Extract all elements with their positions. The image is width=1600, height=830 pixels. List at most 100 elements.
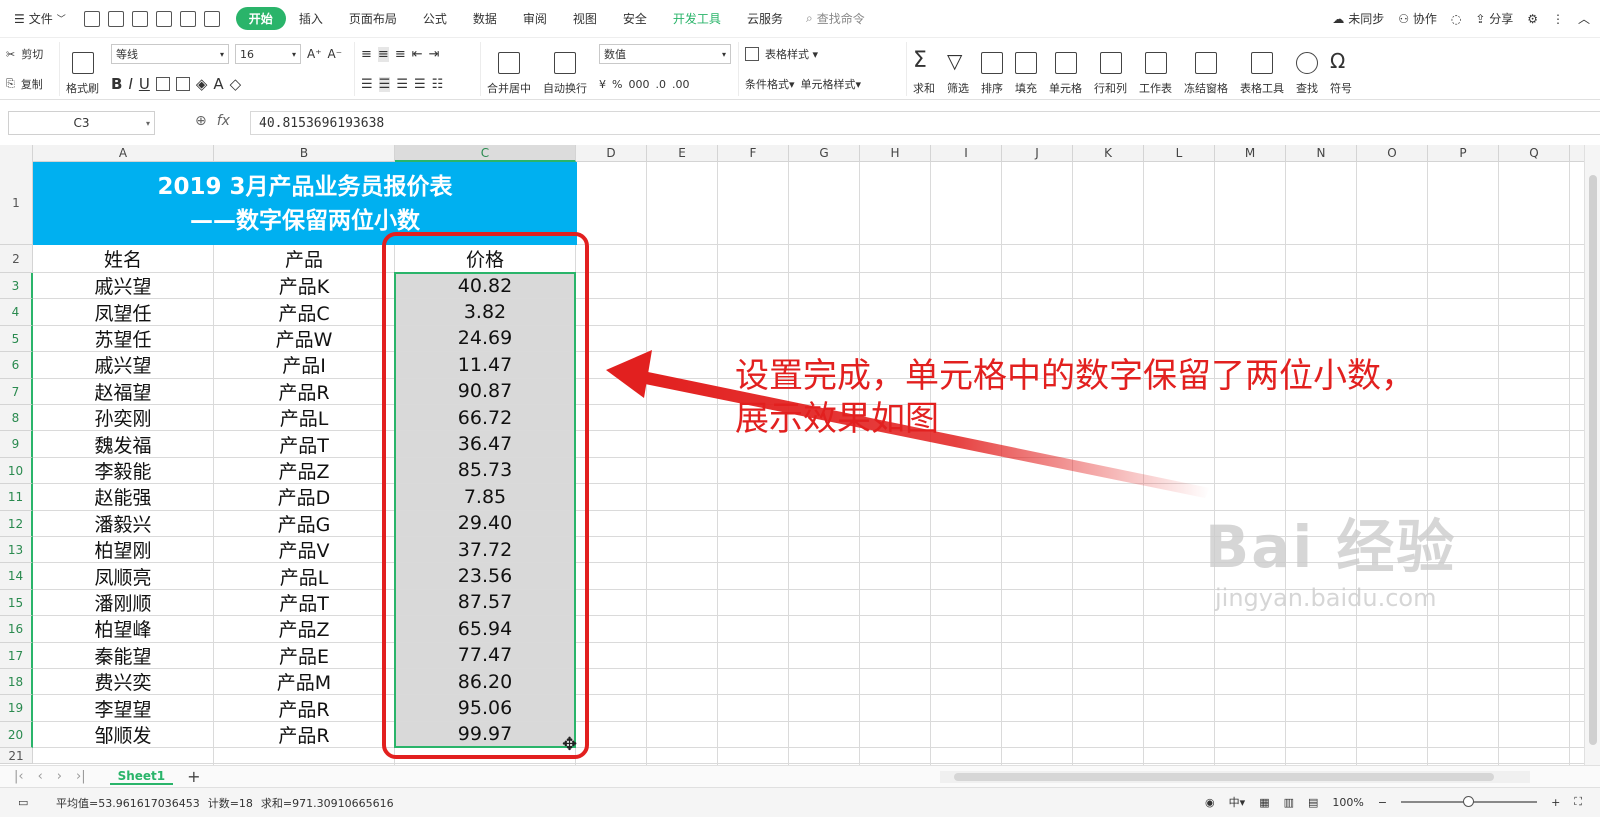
product-cell[interactable]: 产品D (214, 484, 394, 509)
font-name-select[interactable]: 等线 ▾ (111, 44, 229, 64)
row-header-14[interactable]: 14 (0, 563, 33, 590)
decrease-decimal-icon[interactable]: .00 (672, 78, 690, 91)
input-method-icon[interactable]: 中▾ (1229, 794, 1246, 810)
column-header-l[interactable]: L (1144, 145, 1215, 162)
product-cell[interactable]: 产品W (214, 326, 394, 351)
conditional-format-icon[interactable] (745, 47, 759, 61)
indent-decrease-icon[interactable]: ⇤ (412, 47, 423, 62)
comment-icon[interactable]: ◌ (1451, 12, 1461, 26)
product-cell[interactable]: 产品R (214, 379, 394, 404)
column-header-n[interactable]: N (1286, 145, 1357, 162)
tab-data[interactable]: 数据 (460, 7, 510, 30)
share-button[interactable]: ⇪ 分享 (1475, 10, 1513, 27)
align-center-icon[interactable]: ☰ (378, 76, 391, 92)
new-file-icon[interactable] (83, 10, 100, 27)
indent-increase-icon[interactable]: ⇥ (429, 47, 440, 62)
font-color-icon[interactable]: A (213, 75, 223, 93)
row-header-10[interactable]: 10 (0, 457, 33, 485)
product-cell[interactable]: 产品K (214, 273, 394, 298)
cell-style-button[interactable]: 单元格样式▾ (801, 76, 862, 92)
column-header-j[interactable]: J (1002, 145, 1073, 162)
name-box[interactable]: C3 ▾ (8, 111, 155, 135)
zoom-level[interactable]: 100% (1332, 796, 1363, 809)
row-header-12[interactable]: 12 (0, 510, 33, 537)
add-sheet-icon[interactable]: + (187, 767, 200, 786)
tab-security[interactable]: 安全 (610, 7, 660, 30)
collab-button[interactable]: ⚇ 协作 (1398, 10, 1437, 27)
sheet-tab-active[interactable]: Sheet1 (109, 769, 174, 785)
align-bottom-icon[interactable]: ≡ (395, 47, 406, 62)
distribute-icon[interactable]: ☷ (432, 77, 444, 92)
worksheet-button[interactable]: 工作表 (1133, 42, 1178, 96)
save-icon[interactable] (107, 10, 124, 27)
copy-button[interactable]: ⎘ 复制 (6, 72, 53, 96)
zoom-in-icon[interactable]: + (1551, 796, 1560, 809)
row-col-button[interactable]: 行和列 (1088, 42, 1133, 96)
name-cell[interactable]: 孙奕刚 (33, 405, 213, 430)
tab-review[interactable]: 审阅 (510, 7, 560, 30)
name-cell[interactable]: 戚兴望 (33, 352, 213, 377)
align-left-icon[interactable]: ☰ (361, 77, 373, 92)
row-header-16[interactable]: 16 (0, 616, 33, 643)
row-header-7[interactable]: 7 (0, 378, 33, 405)
border-icon[interactable] (155, 77, 170, 91)
row-header-5[interactable]: 5 (0, 325, 33, 353)
italic-icon[interactable]: I (128, 75, 132, 93)
table-style-button[interactable]: 表格样式 ▾ (765, 46, 818, 62)
column-header-o[interactable]: O (1357, 145, 1428, 162)
tab-home[interactable]: 开始 (235, 7, 286, 30)
increase-decimal-icon[interactable]: .0 (655, 78, 666, 91)
scroll-thumb[interactable] (1589, 175, 1597, 745)
align-right-icon[interactable]: ☰ (396, 77, 408, 92)
product-cell[interactable]: 产品V (214, 537, 394, 562)
column-header-g[interactable]: G (789, 145, 860, 162)
filter-button[interactable]: ▽ 筛选 (941, 42, 975, 96)
product-cell[interactable]: 产品I (214, 352, 394, 377)
product-cell[interactable]: 产品G (214, 511, 394, 536)
header-product-cell[interactable]: 产品 (214, 245, 394, 272)
first-sheet-icon[interactable]: |‹ (14, 769, 24, 784)
settings-icon[interactable]: ⚙ (1527, 12, 1538, 26)
find-button[interactable]: 查找 (1290, 42, 1324, 96)
tab-developer[interactable]: 开发工具 (660, 7, 734, 30)
row-header-19[interactable]: 19 (0, 695, 33, 722)
row-header-13[interactable]: 13 (0, 537, 33, 564)
product-cell[interactable]: 产品E (214, 643, 394, 668)
page-break-view-icon[interactable]: ▤ (1308, 796, 1318, 809)
font-size-select[interactable]: 16 ▾ (235, 44, 301, 64)
cell-button[interactable]: 单元格 (1043, 42, 1088, 96)
macro-icon[interactable]: ▭ (18, 796, 28, 809)
column-header-k[interactable]: K (1073, 145, 1144, 162)
vertical-scrollbar[interactable] (1584, 145, 1600, 765)
fill-button[interactable]: 填充 (1009, 42, 1043, 96)
product-cell[interactable]: 产品Z (214, 458, 394, 483)
column-header-i[interactable]: I (931, 145, 1002, 162)
row-header-6[interactable]: 6 (0, 352, 33, 379)
export-icon[interactable] (131, 10, 148, 27)
row-header-8[interactable]: 8 (0, 405, 33, 432)
justify-icon[interactable]: ☰ (414, 77, 426, 92)
row-header-1[interactable]: 1 (0, 162, 33, 245)
column-header-c[interactable]: C (395, 145, 576, 162)
page-layout-view-icon[interactable]: ▥ (1284, 796, 1294, 809)
table-tools-button[interactable]: 表格工具 (1234, 42, 1290, 96)
tab-page-layout[interactable]: 页面布局 (336, 7, 410, 30)
cut-button[interactable]: ✂ 剪切 (6, 42, 53, 66)
row-header-20[interactable]: 20 (0, 721, 33, 749)
decrease-font-icon[interactable]: A⁻ (328, 47, 343, 61)
fill-color-icon[interactable]: ◈ (196, 75, 208, 93)
file-menu[interactable]: ☰ 文件 ﹀ (0, 10, 76, 27)
underline-icon[interactable]: U (139, 75, 150, 93)
eye-icon[interactable]: ◉ (1205, 796, 1215, 809)
name-cell[interactable]: 苏望任 (33, 326, 213, 351)
product-cell[interactable]: 产品C (214, 299, 394, 325)
increase-font-icon[interactable]: A⁺ (307, 47, 322, 61)
currency-icon[interactable]: ¥ (599, 78, 606, 91)
percent-icon[interactable]: % (612, 78, 622, 91)
column-header-q[interactable]: Q (1499, 145, 1570, 162)
more-icon[interactable]: ⋮ (1552, 12, 1564, 26)
name-cell[interactable]: 秦能望 (33, 643, 213, 668)
row-header-2[interactable]: 2 (0, 245, 33, 273)
column-header-h[interactable]: H (860, 145, 931, 162)
name-cell[interactable]: 戚兴望 (33, 273, 213, 298)
